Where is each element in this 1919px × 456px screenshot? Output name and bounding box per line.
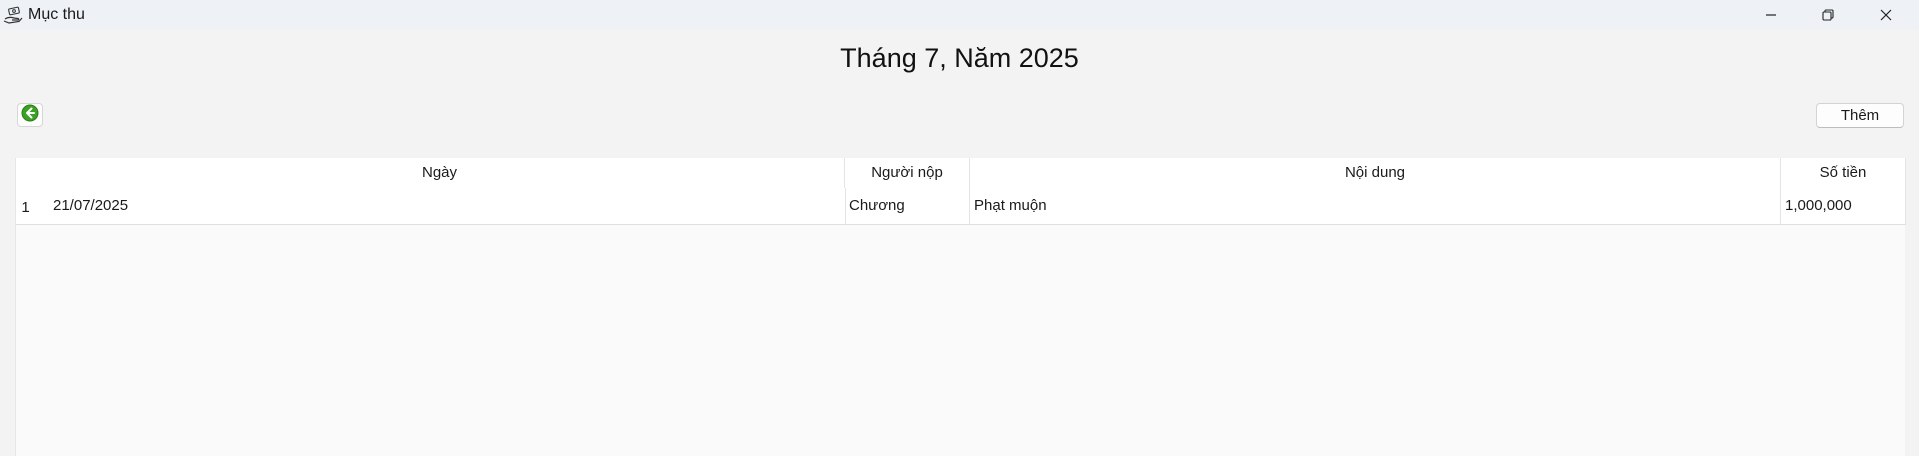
row-number: 1 [21,199,30,216]
data-table: Ngày Người nộp Nội dung Số tiền 1 21/07/… [15,158,1906,456]
close-button[interactable] [1858,0,1914,30]
column-header-nguoi-nop[interactable]: Người nộp [845,158,970,188]
close-icon [1880,9,1892,21]
add-button[interactable]: Thêm [1816,103,1904,128]
column-header-so-tien[interactable]: Số tiền [1781,158,1906,188]
cell-ngay[interactable]: 21/07/2025 [35,188,861,224]
title-bar: Mục thu [0,0,1919,30]
page-title: Tháng 7, Năm 2025 [840,43,1079,73]
column-header-ngay[interactable]: Ngày [35,158,845,188]
cell-so-tien[interactable]: 1,000,000 [1781,188,1906,224]
minimize-button[interactable] [1743,0,1799,30]
window-title: Mục thu [28,6,85,23]
table-row[interactable]: 1 21/07/2025 Chương Phạt muộn 1,000,000 [16,188,1906,225]
table-header: Ngày Người nộp Nội dung Số tiền [16,158,1906,189]
app-window: Mục thu Tháng 7, Năm 2025 Thêm Ngày Ngườ… [0,0,1919,456]
restore-icon [1822,9,1834,21]
column-header-noi-dung[interactable]: Nội dung [970,158,1781,188]
minimize-icon [1765,9,1777,21]
cell-noi-dung[interactable]: Phạt muộn [970,188,1781,224]
money-hand-icon [3,6,23,24]
back-button[interactable] [17,103,43,127]
cell-nguoi-nop[interactable]: Chương [845,188,970,224]
restore-button[interactable] [1800,0,1856,30]
arrow-left-circle-icon [21,104,39,127]
